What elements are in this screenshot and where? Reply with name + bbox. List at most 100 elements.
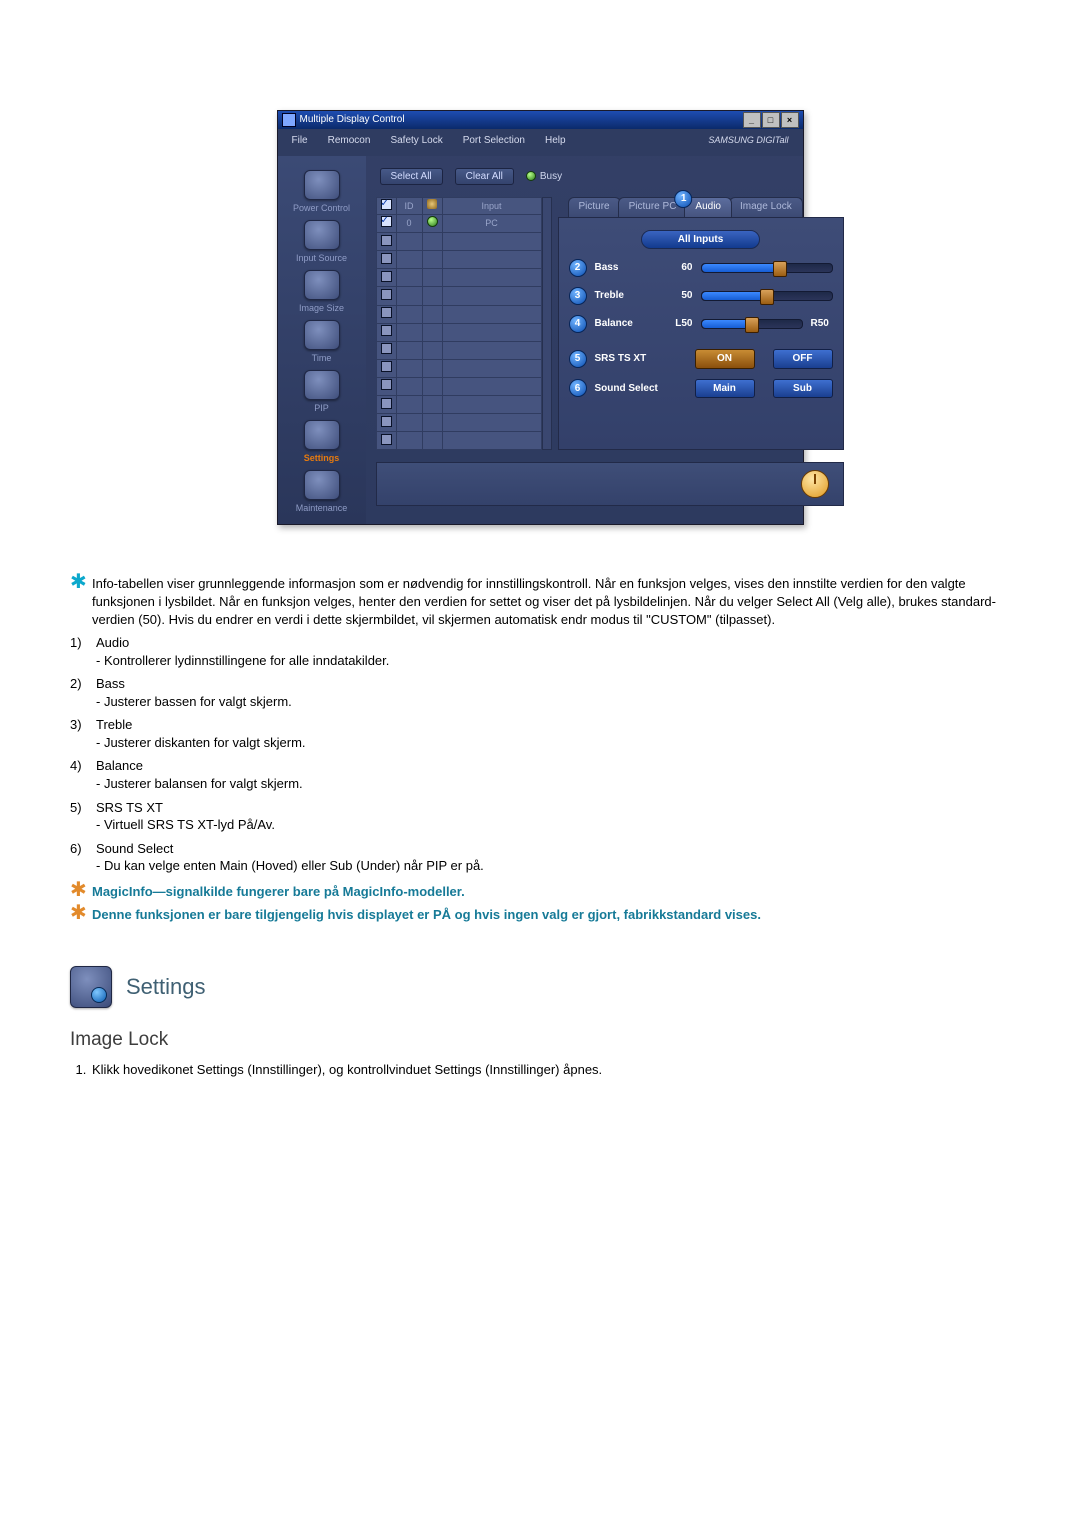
row-checkbox[interactable] [381,416,392,427]
table-row[interactable] [376,305,541,323]
grid-scrollbar[interactable] [542,197,552,450]
row-checkbox[interactable] [381,434,392,445]
sidebar-item-settings[interactable]: Settings [282,420,362,464]
item-title: SRS TS XT [96,799,163,817]
window-maximize-button[interactable]: □ [762,112,780,128]
sidebar-item-input-source[interactable]: Input Source [282,220,362,264]
item-key: 1) [70,634,88,652]
device-grid: ID Input 0 PC [376,197,552,450]
sidebar-item-time[interactable]: Time [282,320,362,364]
table-row[interactable] [376,414,541,432]
select-all-button[interactable]: Select All [380,168,443,186]
tab-label-audio: Audio [695,201,721,212]
menu-help[interactable]: Help [535,132,576,150]
row-checkbox[interactable] [381,253,392,264]
app-window: Multiple Display Control _ □ × File Remo… [277,110,804,525]
table-row[interactable] [376,323,541,341]
treble-label: Treble [595,289,657,303]
table-row[interactable] [376,251,541,269]
item-title: Audio [96,634,129,652]
table-row[interactable] [376,377,541,395]
busy-indicator: Busy [526,170,562,184]
tab-picture[interactable]: Picture [568,197,621,217]
row-checkbox[interactable] [381,361,392,372]
table-row[interactable] [376,432,541,450]
intro-text: Info-tabellen viser grunnleggende inform… [92,575,1010,628]
row-checkbox[interactable] [381,307,392,318]
item-desc: - Justerer diskanten for valgt skjerm. [96,734,1010,752]
list-item: 2) Bass [70,675,1010,693]
balance-thumb[interactable] [745,317,759,333]
sidebar-item-image-size[interactable]: Image Size [282,270,362,314]
row-checkbox[interactable] [381,289,392,300]
row-checkbox[interactable] [381,343,392,354]
sidebar: Power Control Input Source Image Size Ti… [278,156,366,525]
footer-strip [376,462,844,506]
menu-file[interactable]: File [282,132,318,150]
all-inputs-pill: All Inputs [641,230,761,250]
callout-1: 1 [675,190,693,208]
row-id: 0 [396,215,422,233]
bass-slider[interactable] [701,263,833,273]
row-checkbox[interactable] [381,325,392,336]
sidebar-label-pip: PIP [314,402,329,414]
balance-slider[interactable] [701,319,803,329]
balance-right-value: R50 [811,317,833,331]
window-close-button[interactable]: × [781,112,799,128]
row-checkbox[interactable] [381,398,392,409]
menu-port-selection[interactable]: Port Selection [453,132,535,150]
table-row[interactable] [376,287,541,305]
section-subtitle: Image Lock [70,1030,1010,1049]
treble-row: 3 Treble 50 [569,287,833,305]
clear-all-button[interactable]: Clear All [455,168,514,186]
sidebar-label-power-control: Power Control [293,202,350,214]
row-checkbox[interactable] [381,271,392,282]
tabs: Picture Picture PC 1 Audio Image Lock [558,197,844,217]
srs-off-button[interactable]: OFF [773,349,833,369]
treble-slider[interactable] [701,291,833,301]
callout-4: 4 [569,315,587,333]
table-row[interactable]: 0 PC [376,215,541,233]
window-minimize-button[interactable]: _ [743,112,761,128]
maintenance-icon [304,470,340,500]
menu-safety-lock[interactable]: Safety Lock [380,132,452,150]
sidebar-item-pip[interactable]: PIP [282,370,362,414]
tab-audio[interactable]: 1 Audio [684,197,732,217]
tab-label-image-lock: Image Lock [740,201,792,212]
star-icon: ✱ [70,575,84,628]
table-row[interactable] [376,341,541,359]
power-icon[interactable] [801,470,829,498]
star-icon: ✱ [70,883,84,901]
col-check [376,198,396,215]
sidebar-label-input-source: Input Source [296,252,347,264]
row-checkbox[interactable] [381,216,392,227]
sidebar-label-time: Time [312,352,332,364]
table-row[interactable] [376,269,541,287]
sidebar-item-power-control[interactable]: Power Control [282,170,362,214]
list-item: 4) Balance [70,757,1010,775]
time-icon [304,320,340,350]
sidebar-item-maintenance[interactable]: Maintenance [282,470,362,514]
col-id: ID [396,198,422,215]
tab-pane-audio: All Inputs 2 Bass 60 [558,217,844,451]
sound-sub-button[interactable]: Sub [773,379,833,399]
tab-image-lock[interactable]: Image Lock [729,197,803,217]
note-magicinfo: MagicInfo—signalkilde fungerer bare på M… [92,883,465,901]
row-checkbox[interactable] [381,235,392,246]
treble-thumb[interactable] [760,289,774,305]
header-checkbox[interactable] [381,199,392,210]
table-row[interactable] [376,396,541,414]
item-desc: - Justerer bassen for valgt skjerm. [96,693,1010,711]
row-input: PC [442,215,541,233]
sidebar-label-maintenance: Maintenance [296,502,348,514]
instruction-step: Klikk hovedikonet Settings (Innstillinge… [90,1061,1010,1079]
srs-row: 5 SRS TS XT ON OFF [569,349,833,369]
sound-main-button[interactable]: Main [695,379,755,399]
srs-on-button[interactable]: ON [695,349,755,369]
bass-thumb[interactable] [773,261,787,277]
menu-remocon[interactable]: Remocon [318,132,381,150]
table-row[interactable] [376,359,541,377]
bass-label: Bass [595,261,657,275]
row-checkbox[interactable] [381,379,392,390]
table-row[interactable] [376,233,541,251]
